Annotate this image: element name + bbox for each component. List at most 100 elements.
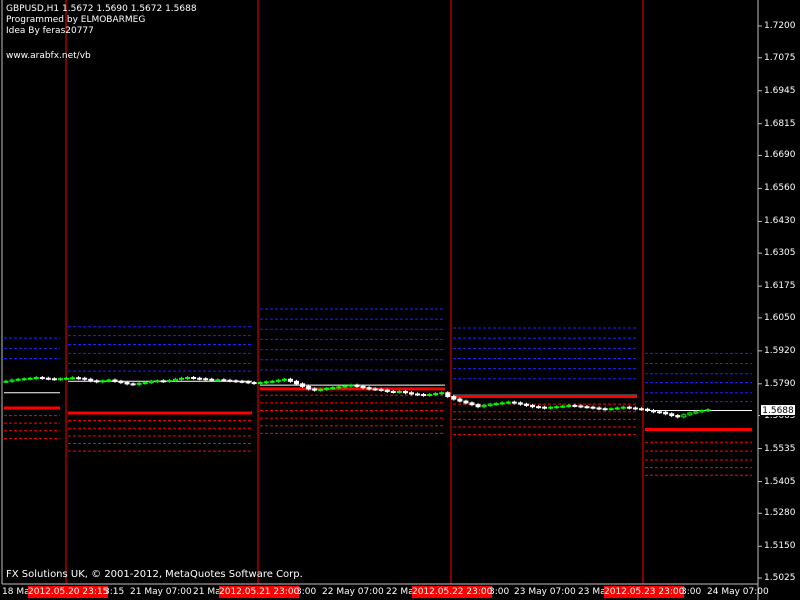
time-label: 3:15 <box>104 587 125 597</box>
candle-body <box>699 409 705 413</box>
y-tick-label: 1.7200 <box>764 21 796 31</box>
website-label: www.arabfx.net/vb <box>6 51 91 61</box>
candle-body <box>669 413 675 417</box>
candle-body <box>493 403 499 406</box>
y-tick-label: 1.6050 <box>764 312 796 323</box>
candle-body <box>293 380 299 385</box>
candle-body <box>342 385 348 388</box>
candle-body <box>481 404 487 408</box>
current-price-badge: 1.5688 <box>760 404 796 416</box>
candle-body <box>324 387 330 390</box>
candle-body <box>64 377 70 380</box>
candle-body <box>378 388 384 391</box>
candle-body <box>632 407 638 410</box>
candle-body <box>130 383 136 386</box>
candle-body <box>197 377 203 380</box>
candle-body <box>439 392 445 395</box>
candle-body <box>136 382 142 385</box>
session-start-label: 2012.05.21 23:00 <box>219 586 300 598</box>
candle-body <box>505 401 511 404</box>
candle-body <box>312 388 318 391</box>
candle-body <box>517 402 523 405</box>
candle-body <box>578 405 584 408</box>
y-tick-label: 1.5790 <box>764 378 796 389</box>
time-label: 23 May 07:00 <box>514 587 576 597</box>
candle-body <box>536 406 542 409</box>
candle-body <box>554 406 560 409</box>
candle-body <box>608 408 614 411</box>
chart-window[interactable]: GBPUSD,H1 1.5672 1.5690 1.5672 1.5688 Pr… <box>0 0 800 600</box>
time-label: 3:00 <box>296 587 317 597</box>
time-label: 3:00 <box>681 587 702 597</box>
candle-body <box>566 404 572 407</box>
time-label: 21 Ma <box>193 587 221 597</box>
y-tick-label: 1.6945 <box>764 85 796 96</box>
candle-body <box>451 396 457 400</box>
candle-body <box>421 394 427 397</box>
y-tick-label: 1.5150 <box>764 541 796 552</box>
candle-body <box>148 380 154 384</box>
candle-body <box>76 377 82 380</box>
candle-body <box>348 384 354 387</box>
symbol-info: GBPUSD,H1 1.5672 1.5690 1.5672 1.5688 <box>6 4 197 14</box>
session-start-label: 2012.05.23 23:00 <box>604 586 685 598</box>
candle-body <box>269 380 275 383</box>
time-label: 23 Ma <box>578 587 606 597</box>
idea-label: Idea By feras20777 <box>6 26 94 36</box>
candle-body <box>384 389 390 392</box>
time-label: 22 Ma <box>386 587 414 597</box>
candle-body <box>590 406 596 409</box>
candle-body <box>45 377 51 380</box>
candle-body <box>366 387 372 390</box>
candle-body <box>427 394 433 397</box>
candle-body <box>100 380 106 383</box>
candle-body <box>281 378 287 381</box>
time-label: 24 May 07:00 <box>707 587 769 597</box>
candle-body <box>396 390 402 393</box>
candle-body <box>215 379 221 382</box>
candle-body <box>318 388 324 391</box>
candle-body <box>263 381 269 384</box>
candle-body <box>354 384 360 387</box>
candle-body <box>336 386 342 389</box>
candle-body <box>415 393 421 396</box>
candle-body <box>542 406 548 409</box>
y-tick-label: 1.5535 <box>764 443 796 454</box>
price-plot[interactable] <box>0 0 800 600</box>
candle-body <box>9 379 15 382</box>
candle-body <box>118 380 124 384</box>
candle-body <box>681 414 687 418</box>
copyright-label: FX Solutions UK, © 2001-2012, MetaQuotes… <box>6 569 303 580</box>
candle-body <box>88 378 94 382</box>
candle-body <box>233 380 239 383</box>
session-start-label: 2012.05.22 23:00 <box>412 586 493 598</box>
candle-body <box>693 411 699 414</box>
candle-body <box>160 380 166 383</box>
candle-body <box>463 400 469 404</box>
author-label: Programmed by ELMOBARMEG <box>6 15 146 25</box>
candle-body <box>390 390 396 393</box>
candle-body <box>530 404 535 408</box>
y-tick-label: 1.5025 <box>764 573 796 583</box>
candle-body <box>638 408 644 411</box>
time-label: 3:00 <box>489 587 510 597</box>
candle-body <box>221 379 227 382</box>
candle-body <box>402 390 408 394</box>
candle-body <box>15 378 21 381</box>
candle-body <box>287 378 293 382</box>
candle-body <box>457 398 463 402</box>
candle-body <box>57 378 63 381</box>
y-tick-label: 1.6175 <box>764 281 796 292</box>
candle-body <box>572 404 578 407</box>
candle-body <box>644 408 650 411</box>
candle-body <box>245 381 251 384</box>
candle-body <box>372 388 378 391</box>
candle-body <box>523 403 529 406</box>
candle-body <box>33 377 39 380</box>
candle-body <box>614 407 620 410</box>
time-label: 18 Ma <box>2 587 30 597</box>
candle-body <box>166 380 172 383</box>
candle-body <box>251 382 257 385</box>
candle-body <box>675 415 681 418</box>
y-tick-label: 1.6815 <box>764 118 796 129</box>
